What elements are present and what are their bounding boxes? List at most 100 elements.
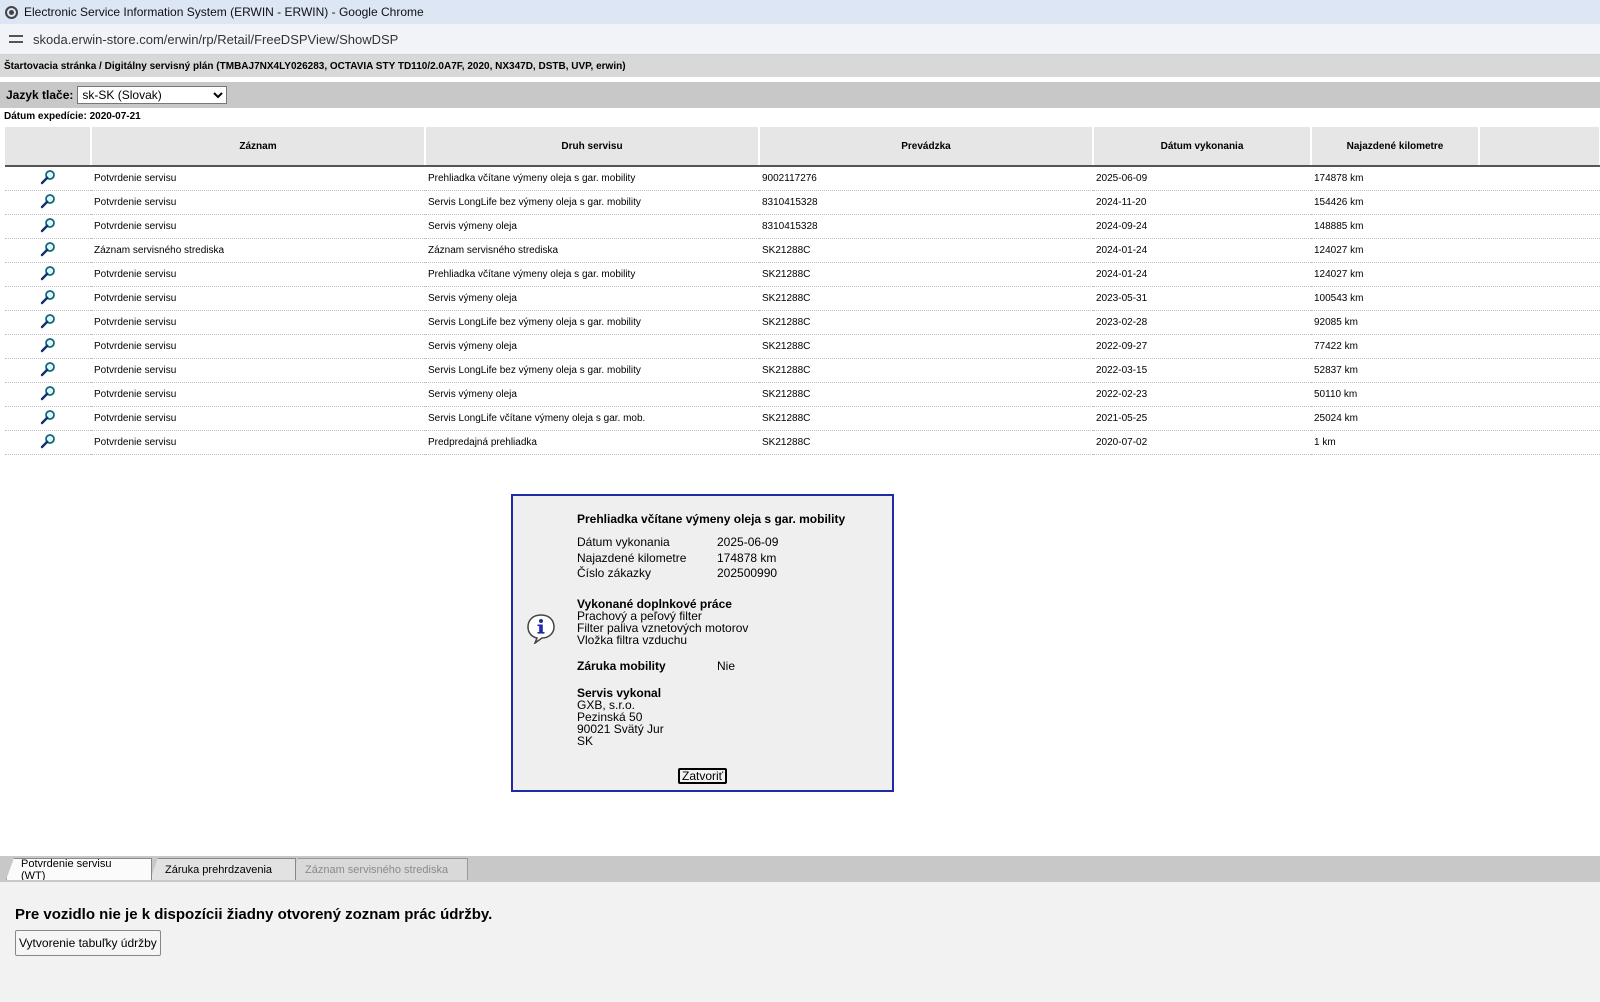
km-cell: 124027 km: [1311, 238, 1479, 263]
col-header-service-type: Druh servisu: [425, 127, 760, 167]
breadcrumb[interactable]: Štartovacia stránka / Digitálny servisný…: [0, 55, 1600, 77]
service-type-cell: Prehliadka včítane výmeny oleja s gar. m…: [425, 262, 759, 287]
info-icon: [527, 614, 555, 644]
extra-cell: [1479, 190, 1600, 215]
col-header-km: Najazdené kilometre: [1311, 127, 1480, 167]
service-type-cell: Servis LongLife včítane výmeny oleja s g…: [425, 406, 759, 431]
url-text[interactable]: skoda.erwin-store.com/erwin/rp/Retail/Fr…: [33, 32, 398, 47]
magnifier-icon[interactable]: [40, 433, 56, 449]
magnifier-icon[interactable]: [40, 241, 56, 257]
extra-cell: [1479, 334, 1600, 359]
detail-cell: [5, 190, 91, 215]
record-cell: Potvrdenie servisu: [91, 262, 425, 287]
extra-cell: [1479, 358, 1600, 383]
tab-service-center-record[interactable]: Záznam servisného strediska: [290, 858, 468, 880]
table-row: Potvrdenie servisu Servis LongLife včítan…: [5, 406, 1600, 431]
table-row: Potvrdenie servisu Servis výmeny oleja SK2…: [5, 286, 1600, 311]
service-type-cell: Prehliadka včítane výmeny oleja s gar. m…: [425, 166, 759, 191]
address-bar[interactable]: skoda.erwin-store.com/erwin/rp/Retail/Fr…: [0, 24, 1600, 55]
workshop-cell: SK21288C: [759, 406, 1093, 431]
magnifier-icon[interactable]: [40, 361, 56, 377]
workshop-cell: SK21288C: [759, 238, 1093, 263]
magnifier-icon[interactable]: [40, 217, 56, 233]
window-titlebar: Electronic Service Information System (E…: [0, 0, 1600, 24]
service-type-cell: Servis výmeny oleja: [425, 286, 759, 311]
table-row: Potvrdenie servisu Predpredajná prehliadk…: [5, 430, 1600, 455]
tab-rust-warranty[interactable]: Záruka prehrdzavenia: [150, 858, 296, 880]
dialog-date-value: 2025-06-09: [717, 535, 779, 549]
table-row: Potvrdenie servisu Servis LongLife bez vý…: [5, 190, 1600, 215]
workshop-cell: 9002117276: [759, 166, 1093, 191]
no-maintenance-message: Pre vozidlo nie je k dispozícii žiadny o…: [15, 906, 493, 923]
km-cell: 154426 km: [1311, 190, 1479, 215]
service-type-cell: Servis LongLife bez výmeny oleja s gar. …: [425, 310, 759, 335]
date-cell: 2023-05-31: [1093, 286, 1311, 311]
print-language-label: Jazyk tlače:: [6, 88, 74, 102]
magnifier-icon[interactable]: [40, 337, 56, 353]
detail-cell: [5, 406, 91, 431]
table-row: Potvrdenie servisu Servis výmeny oleja SK2…: [5, 334, 1600, 359]
dialog-km-label: Najazdené kilometre: [577, 551, 687, 565]
date-cell: 2024-09-24: [1093, 214, 1311, 239]
table-row: Potvrdenie servisu Servis výmeny oleja 831…: [5, 214, 1600, 239]
magnifier-icon[interactable]: [40, 169, 56, 185]
km-cell: 148885 km: [1311, 214, 1479, 239]
date-cell: 2024-01-24: [1093, 238, 1311, 263]
window-title: Electronic Service Information System (E…: [24, 5, 424, 19]
dialog-mobility-label: Záruka mobility: [577, 659, 666, 673]
dialog-extra-work-item: Vložka filtra vzduchu: [577, 633, 688, 647]
detail-cell: [5, 358, 91, 383]
maintenance-panel: Pre vozidlo nie je k dispozícii žiadny o…: [0, 882, 1600, 1002]
detail-cell: [5, 382, 91, 407]
magnifier-icon[interactable]: [40, 313, 56, 329]
workshop-cell: SK21288C: [759, 310, 1093, 335]
km-cell: 174878 km: [1311, 166, 1479, 191]
table-header-row: Záznam Druh servisu Prevádzka Dátum vyko…: [5, 127, 1600, 167]
record-cell: Potvrdenie servisu: [91, 286, 425, 311]
record-cell: Potvrdenie servisu: [91, 430, 425, 455]
magnifier-icon[interactable]: [40, 409, 56, 425]
workshop-cell: SK21288C: [759, 382, 1093, 407]
magnifier-icon[interactable]: [40, 193, 56, 209]
app-icon: [5, 5, 18, 19]
record-cell: Záznam servisného strediska: [91, 238, 425, 263]
tab-service-confirmation[interactable]: Potvrdenie servisu (WT): [6, 858, 152, 880]
record-cell: Potvrdenie servisu: [91, 382, 425, 407]
dialog-extra-work-list: Prachový a peľový filter Filter paliva v…: [577, 610, 748, 646]
col-header-record: Záznam: [91, 127, 426, 167]
tab-strip: Záznam servisného strediska Záruka prehr…: [0, 856, 1600, 882]
workshop-cell: SK21288C: [759, 286, 1093, 311]
site-settings-icon[interactable]: [9, 33, 23, 45]
dialog-date-label: Dátum vykonania: [577, 535, 670, 549]
record-cell: Potvrdenie servisu: [91, 334, 425, 359]
magnifier-icon[interactable]: [40, 289, 56, 305]
dialog-title: Prehliadka včítane výmeny oleja s gar. m…: [577, 512, 846, 526]
col-header-workshop: Prevádzka: [759, 127, 1094, 167]
print-language-select[interactable]: sk-SK (Slovak): [77, 86, 228, 104]
km-cell: 92085 km: [1311, 310, 1479, 335]
km-cell: 100543 km: [1311, 286, 1479, 311]
km-cell: 77422 km: [1311, 334, 1479, 359]
detail-cell: [5, 334, 91, 359]
dialog-mobility-value: Nie: [717, 659, 736, 673]
record-cell: Potvrdenie servisu: [91, 358, 425, 383]
close-button[interactable]: Zatvoriť: [678, 768, 728, 784]
record-cell: Potvrdenie servisu: [91, 310, 425, 335]
date-cell: 2024-01-24: [1093, 262, 1311, 287]
workshop-cell: 8310415328: [759, 190, 1093, 215]
date-cell: 2025-06-09: [1093, 166, 1311, 191]
record-cell: Potvrdenie servisu: [91, 406, 425, 431]
record-cell: Potvrdenie servisu: [91, 214, 425, 239]
magnifier-icon[interactable]: [40, 385, 56, 401]
dialog-order-value: 202500990: [717, 566, 778, 580]
create-maintenance-table-button[interactable]: Vytvorenie tabuľky údržby: [15, 930, 161, 956]
extra-cell: [1479, 214, 1600, 239]
service-type-cell: Predpredajná prehliadka: [425, 430, 759, 455]
print-language-bar: Jazyk tlače: sk-SK (Slovak): [0, 82, 1600, 108]
workshop-cell: SK21288C: [759, 358, 1093, 383]
extra-cell: [1479, 406, 1600, 431]
detail-cell: [5, 238, 91, 263]
magnifier-icon[interactable]: [40, 265, 56, 281]
dialog-performed-by-list: GXB, s.r.o. Pezinská 50 90021 Svätý Jur …: [577, 699, 664, 747]
table-row: Potvrdenie servisu Servis LongLife bez vý…: [5, 358, 1600, 383]
